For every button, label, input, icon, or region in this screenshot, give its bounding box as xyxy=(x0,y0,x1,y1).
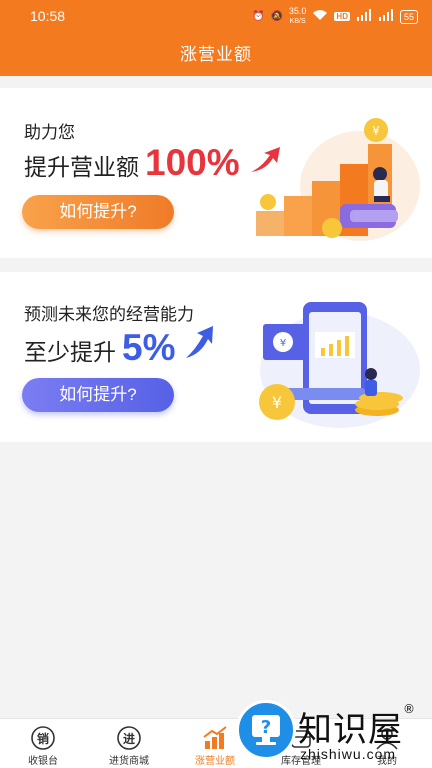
svg-text:销: 销 xyxy=(37,731,49,746)
purchase-icon: 进 xyxy=(117,726,141,750)
status-time: 10:58 xyxy=(30,8,66,24)
growth-chart-icon xyxy=(203,726,227,749)
svg-text:¥: ¥ xyxy=(280,338,286,349)
card-headline: 至少提升 5% xyxy=(24,324,217,369)
svg-text:?: ? xyxy=(261,717,271,738)
app-header: 10:58 ⏰ 🔕 35.0 KB/S HD 55 涨营业额 xyxy=(0,0,432,76)
headline-percent: 5% xyxy=(122,327,176,368)
revenue-growth-illustration: ¥ xyxy=(256,118,420,241)
alarm-icon: ⏰ xyxy=(251,11,265,22)
watermark-registered-mark: ® xyxy=(403,702,416,716)
card-headline: 提升营业额 100% xyxy=(24,142,282,184)
tab-label: 进货商城 xyxy=(109,756,149,767)
wifi-icon xyxy=(312,9,328,24)
business-forecast-illustration: ¥ ¥ xyxy=(259,302,420,428)
svg-text:进: 进 xyxy=(123,731,135,746)
forecast-ability-card: 预测未来您的经营能力 至少提升 5% 如何提升? ¥ ¥ xyxy=(0,272,432,442)
status-bar: 10:58 ⏰ 🔕 35.0 KB/S HD 55 xyxy=(0,0,432,30)
headline-percent: 100% xyxy=(145,142,240,183)
headline-label: 至少提升 xyxy=(24,339,116,365)
tab-cashier[interactable]: 销 收银台 xyxy=(0,719,86,768)
network-speed-value: 35.0 xyxy=(288,6,307,16)
page-title: 涨营业额 xyxy=(180,45,252,64)
battery-icon: 55 xyxy=(399,9,418,24)
mute-icon: 🔕 xyxy=(270,11,283,22)
boost-revenue-card: 助力您 提升营业额 100% 如何提升? ¥ xyxy=(0,88,432,258)
card-subtitle: 助力您 xyxy=(24,123,75,142)
cashier-icon: 销 xyxy=(31,726,55,750)
watermark-domain: zhishiwu.com xyxy=(300,746,397,762)
svg-text:¥: ¥ xyxy=(272,393,282,412)
watermark-title-text: 知识屋 xyxy=(298,710,403,750)
signal-icon-2 xyxy=(378,9,394,24)
signal-icon xyxy=(356,9,372,24)
tab-purchase-mall[interactable]: 进 进货商城 xyxy=(86,719,172,768)
svg-text:¥: ¥ xyxy=(372,124,380,138)
network-speed-unit: KB/S xyxy=(289,18,306,25)
card-subtitle: 预测未来您的经营能力 xyxy=(24,305,194,324)
how-to-improve-button[interactable]: 如何提升? xyxy=(22,195,174,229)
status-icons: ⏰ 🔕 35.0 KB/S HD 55 xyxy=(252,7,418,26)
headline-label: 提升营业额 xyxy=(24,154,139,180)
how-to-improve-button[interactable]: 如何提升? xyxy=(22,378,174,412)
up-arrow-icon xyxy=(186,326,214,358)
help-monitor-icon: ? xyxy=(252,715,280,745)
hd-icon: HD xyxy=(334,12,350,21)
tab-label: 收银台 xyxy=(28,756,58,767)
watermark-logo: ? xyxy=(236,700,296,760)
watermark-title: 知识屋® xyxy=(298,702,416,751)
network-speed: 35.0 KB/S xyxy=(289,7,307,26)
